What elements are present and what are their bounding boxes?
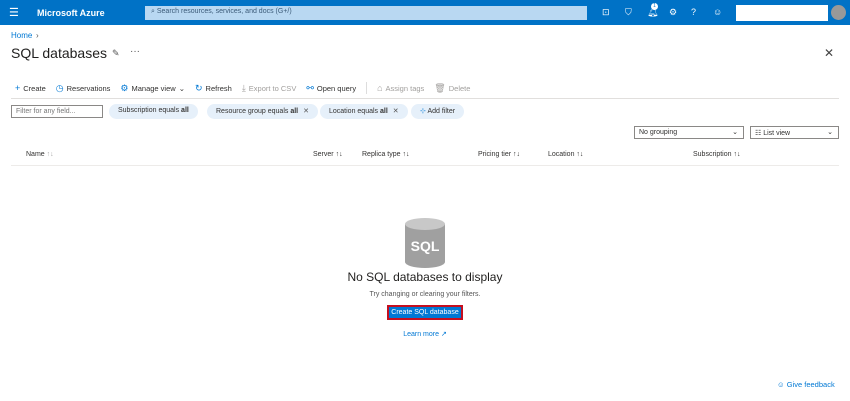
label: Give feedback	[786, 380, 835, 389]
close-icon[interactable]: ✕	[393, 108, 399, 115]
refresh-button[interactable]: ↻ Refresh	[195, 83, 232, 94]
sort-icon: ↑↓	[513, 151, 521, 158]
account-box[interactable]	[736, 5, 828, 21]
label: Subscription	[693, 151, 732, 158]
feedback-icon: ☺	[777, 380, 787, 389]
label: Export to CSV	[248, 83, 297, 93]
brand[interactable]: Microsoft Azure	[37, 8, 105, 18]
create-button[interactable]: + Create	[15, 83, 46, 93]
more-icon[interactable]: ···	[130, 46, 140, 57]
label: Refresh	[205, 83, 232, 93]
gear-icon: ⚙	[120, 82, 129, 93]
label: Assign tags	[385, 83, 425, 93]
pin-icon[interactable]: ✎	[112, 48, 120, 59]
learn-more-link[interactable]: Learn more ↗	[0, 330, 850, 338]
label: Replica type	[362, 151, 401, 158]
avatar[interactable]	[831, 5, 846, 20]
column-header-replica-type[interactable]: Replica type ↑↓	[362, 151, 409, 158]
column-header-server[interactable]: Server ↑↓	[313, 151, 343, 158]
chevron-down-icon: ⌄	[178, 83, 185, 93]
empty-title: No SQL databases to display	[347, 270, 503, 284]
divider	[11, 98, 839, 99]
directory-filter-icon[interactable]: ⛉	[625, 7, 632, 18]
menu-icon[interactable]: ☰	[9, 6, 19, 19]
reservations-button[interactable]: ◷ Reservations	[56, 83, 111, 94]
close-icon[interactable]: ✕	[824, 46, 834, 60]
sort-icon: ↑↓	[576, 151, 584, 158]
sort-icon: ↑↓	[733, 151, 741, 158]
refresh-icon: ↻	[195, 82, 203, 93]
filter-pill-subscription[interactable]: Subscription equals all	[109, 104, 198, 119]
column-header-subscription[interactable]: Subscription ↑↓	[693, 151, 740, 158]
column-header-name[interactable]: Name ↑↓	[26, 151, 54, 158]
label: Reservations	[66, 83, 111, 93]
delete-button[interactable]: 🗑︎ Delete	[434, 83, 470, 94]
notification-badge: 1	[651, 3, 658, 10]
filter-pill-resource-group[interactable]: Resource group equals all ✕	[207, 104, 318, 119]
assign-tags-button[interactable]: ⌂ Assign tags	[377, 83, 424, 93]
selected-value: List view	[763, 130, 791, 137]
clock-icon: ◷	[55, 82, 64, 93]
empty-subtitle: Try changing or clearing your filters.	[369, 291, 481, 298]
view-select[interactable]: ☷ List view ⌄	[750, 126, 839, 139]
pill-label: Location equals	[329, 108, 380, 115]
breadcrumb-home[interactable]: Home	[11, 31, 32, 40]
trash-icon: 🗑︎	[434, 82, 446, 93]
divider	[366, 82, 368, 94]
label: Manage view	[131, 83, 176, 93]
sort-icon: ↑↓	[46, 151, 54, 158]
help-icon[interactable]: ?	[691, 7, 696, 17]
selected-value: No grouping	[639, 129, 678, 136]
filter-input[interactable]: Filter for any field...	[11, 105, 103, 118]
grouping-select[interactable]: No grouping ⌄	[634, 126, 744, 139]
search-placeholder: Search resources, services, and docs (G+…	[156, 8, 292, 15]
open-query-button[interactable]: ⚯ Open query	[306, 83, 356, 94]
sort-icon: ↑↓	[402, 151, 410, 158]
label: Pricing tier	[478, 151, 512, 158]
sort-icon: ↑↓	[335, 151, 343, 158]
label: Learn more	[403, 331, 439, 338]
label: Server	[313, 151, 334, 158]
label: Delete	[448, 83, 471, 93]
plus-icon: +	[15, 83, 21, 93]
create-sql-database-button[interactable]: Create SQL database	[387, 305, 463, 320]
chevron-down-icon: ⌄	[732, 129, 738, 136]
list-icon: ☷	[755, 130, 764, 137]
query-icon: ⚯	[306, 82, 314, 93]
page-title: SQL databases	[11, 45, 107, 61]
pill-label: Subscription equals	[118, 107, 182, 114]
label: Open query	[316, 83, 357, 93]
chevron-down-icon: ⌄	[827, 129, 833, 136]
pill-label: Resource group equals	[216, 108, 291, 115]
svg-text:SQL: SQL	[411, 238, 440, 254]
pill-value: all	[181, 107, 189, 114]
label: Add filter	[427, 108, 456, 115]
add-filter-button[interactable]: ⊹ Add filter	[411, 104, 465, 119]
top-bar: ☰ Microsoft Azure ⌕ Search resources, se…	[0, 0, 850, 25]
sql-database-icon: SQL	[405, 218, 445, 268]
tag-icon: ⌂	[377, 83, 383, 93]
manage-view-button[interactable]: ⚙ Manage view ⌄	[120, 83, 185, 94]
divider	[11, 165, 839, 166]
label: Create	[23, 83, 46, 93]
external-link-icon: ↗	[440, 331, 447, 338]
breadcrumb-separator: ›	[36, 31, 39, 40]
gear-icon[interactable]: ⚙	[669, 7, 677, 18]
download-icon: ⤓	[241, 82, 246, 93]
give-feedback-link[interactable]: ☺ Give feedback	[777, 380, 835, 389]
toolbar: + Create ◷ Reservations ⚙ Manage view ⌄ ↻ Ref…	[15, 82, 470, 94]
feedback-icon[interactable]: ☺	[713, 7, 722, 17]
filter-pill-location[interactable]: Location equals all ✕	[320, 104, 408, 119]
label: Location	[548, 151, 575, 158]
column-header-pricing-tier[interactable]: Pricing tier ↑↓	[478, 151, 520, 158]
close-icon[interactable]: ✕	[303, 108, 309, 115]
label: Name	[26, 151, 45, 158]
global-search-input[interactable]: ⌕ Search resources, services, and docs (…	[145, 6, 587, 20]
pill-value: all	[379, 108, 388, 115]
column-header-location[interactable]: Location ↑↓	[548, 151, 583, 158]
export-csv-button[interactable]: ⤓ Export to CSV	[242, 83, 297, 94]
cloud-shell-icon[interactable]: ⊡	[602, 7, 610, 18]
pill-value: all	[290, 108, 299, 115]
